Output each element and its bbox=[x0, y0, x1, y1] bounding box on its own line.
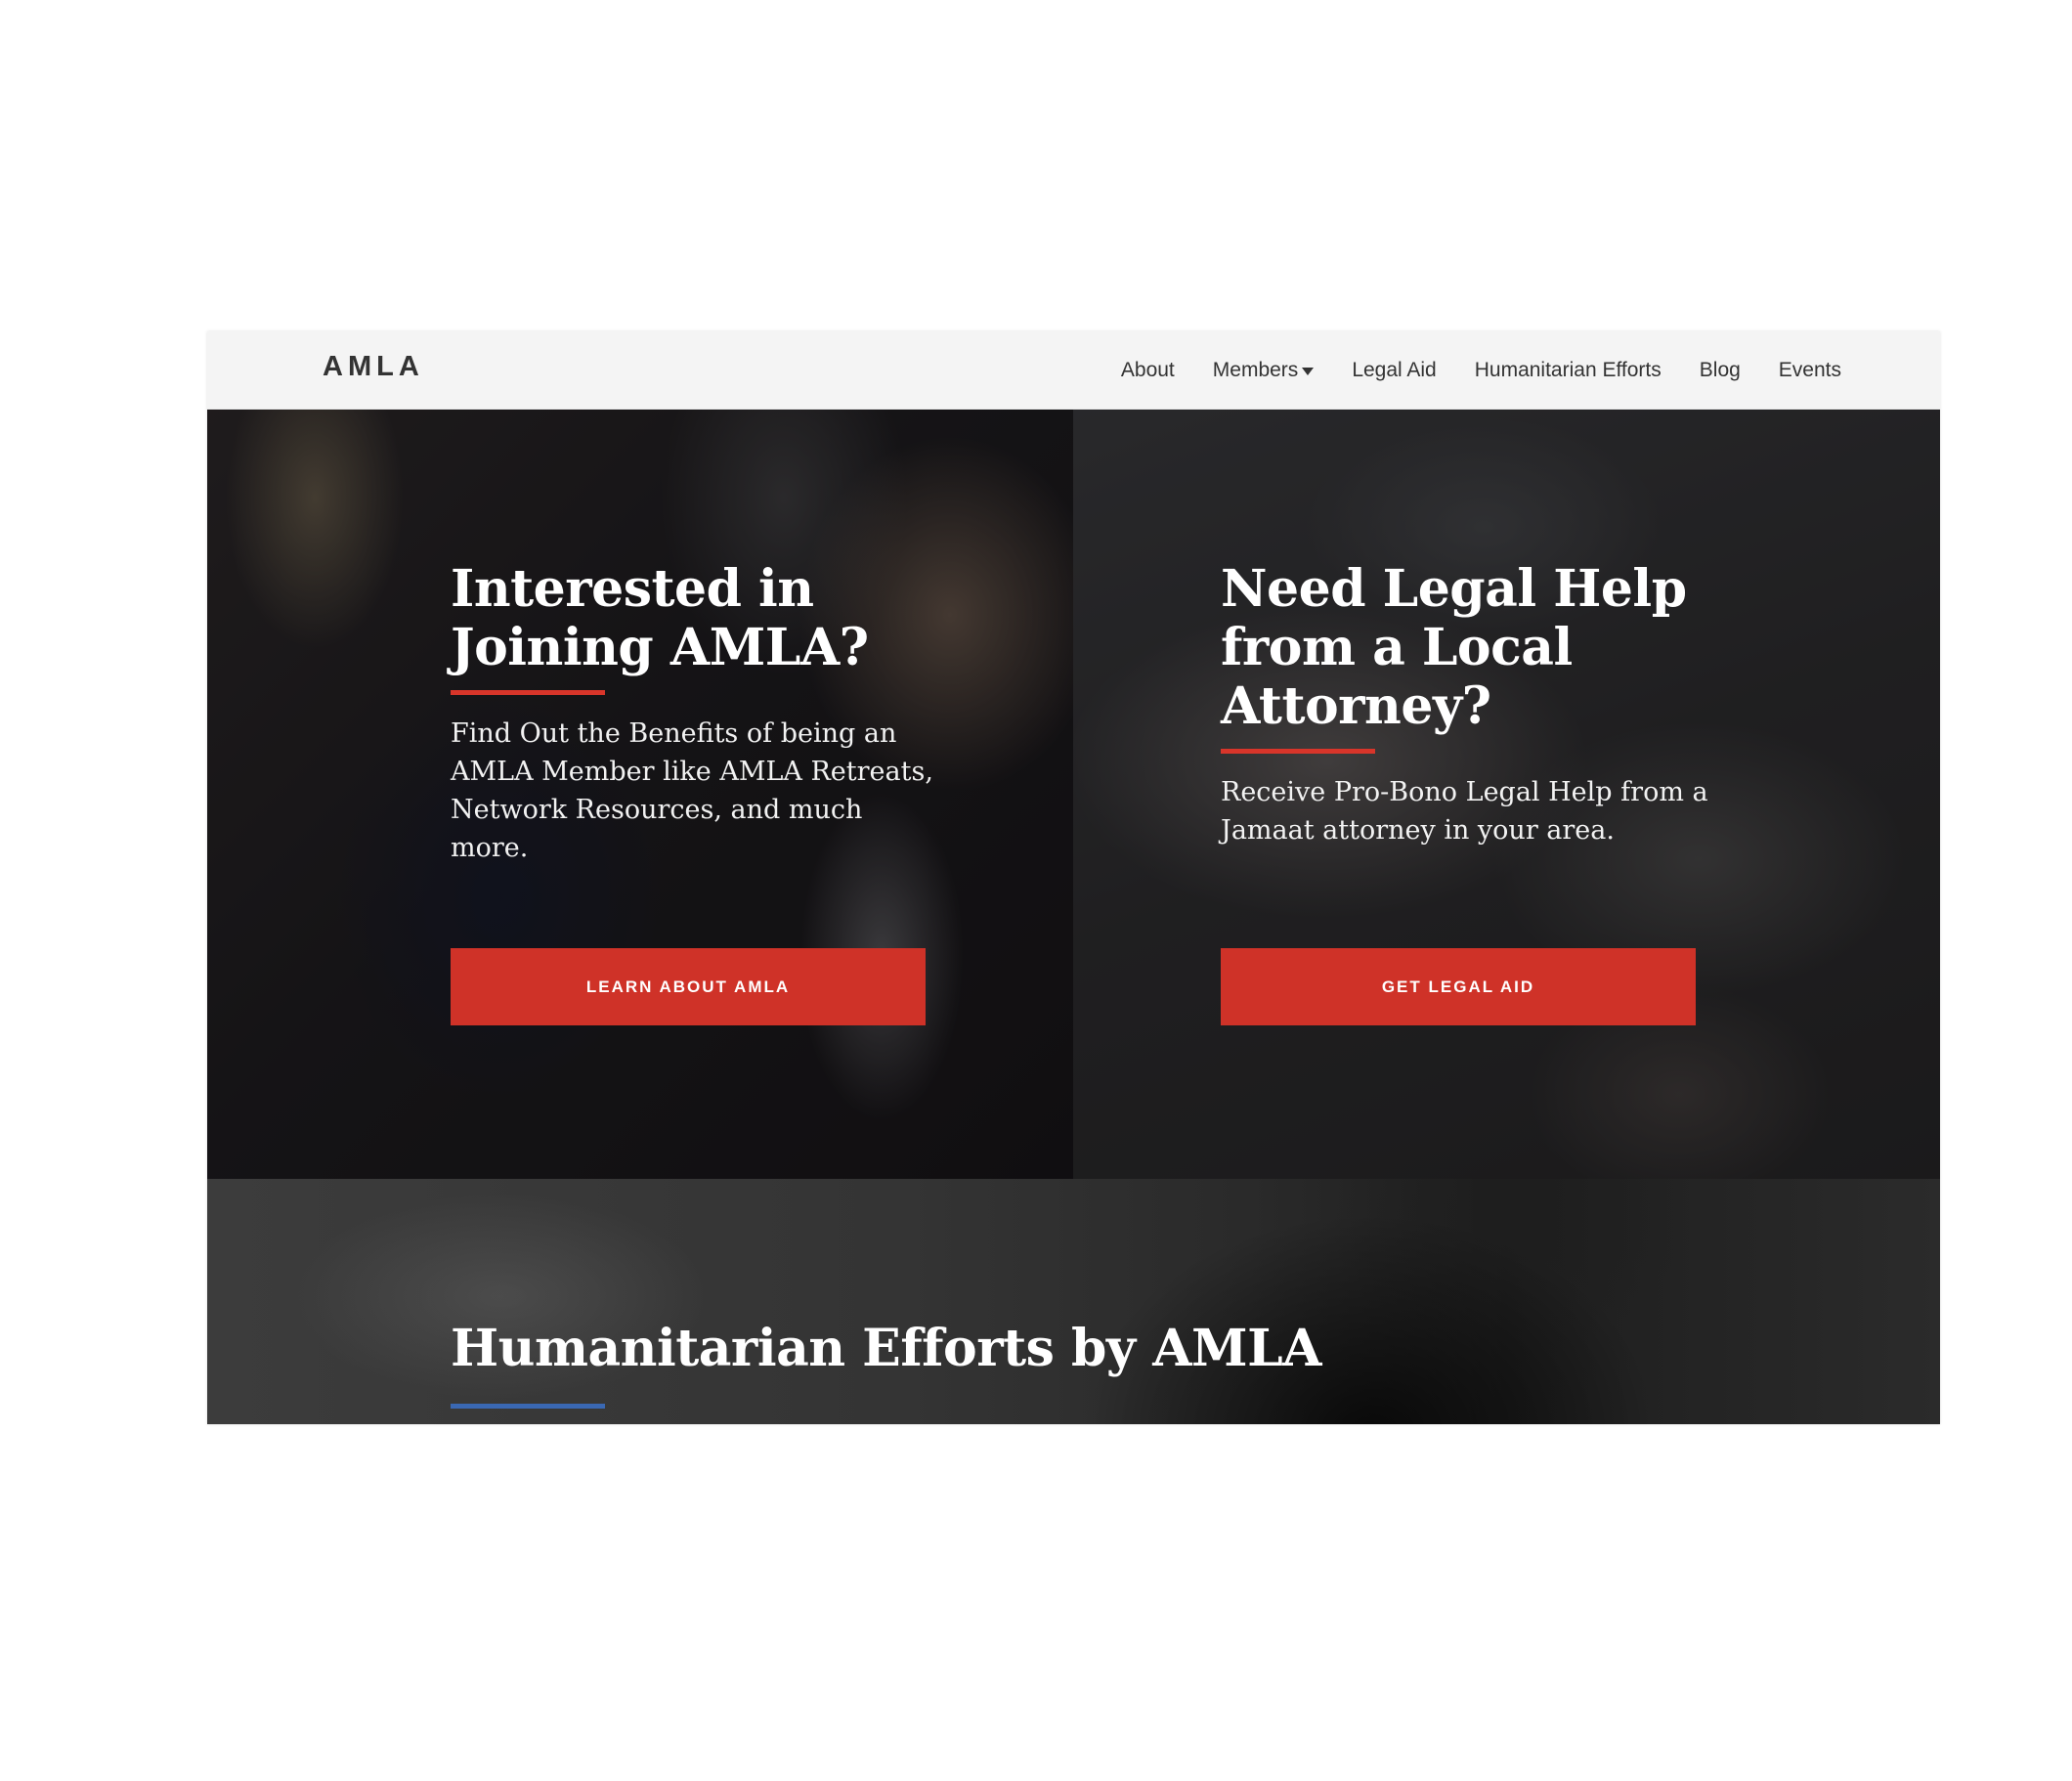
heading-underline bbox=[451, 690, 605, 695]
legal-help-description: Receive Pro-Bono Legal Help from a Jamaa… bbox=[1221, 777, 1708, 846]
learn-about-amla-button[interactable]: LEARN ABOUT AMLA bbox=[451, 948, 926, 1025]
nav-item-about[interactable]: About bbox=[1121, 359, 1175, 382]
nav-item-label: About bbox=[1120, 359, 1175, 381]
heading-line: Attorney? bbox=[1221, 676, 1491, 736]
heading-line: from a Local bbox=[1221, 618, 1573, 677]
main-nav: About Members Legal Aid Humanitarian Eff… bbox=[1121, 331, 1841, 410]
nav-item-blog[interactable]: Blog bbox=[1700, 359, 1741, 382]
caret-down-icon bbox=[1302, 368, 1315, 375]
nav-item-humanitarian-efforts[interactable]: Humanitarian Efforts bbox=[1475, 359, 1662, 382]
heading-underline bbox=[1221, 749, 1375, 754]
join-amla-panel: Interested in Joining AMLA? Find Out the… bbox=[207, 410, 1073, 1179]
heading-line: Joining AMLA? bbox=[451, 618, 869, 677]
nav-item-label: Blog bbox=[1699, 359, 1741, 381]
humanitarian-section: Humanitarian Efforts by AMLA bbox=[207, 1179, 1940, 1424]
join-amla-heading: Interested in Joining AMLA? bbox=[451, 560, 959, 677]
join-amla-description: Find Out the Benefits of being an AMLA M… bbox=[451, 718, 933, 863]
legal-help-heading: Need Legal Help from a Local Attorney? bbox=[1221, 560, 1729, 736]
nav-item-events[interactable]: Events bbox=[1779, 359, 1841, 382]
nav-item-members[interactable]: Members bbox=[1213, 359, 1315, 382]
website-frame: AMLA About Members Legal Aid Humanitaria… bbox=[207, 331, 1940, 1424]
heading-line: Need Legal Help bbox=[1221, 559, 1687, 619]
nav-item-label: Events bbox=[1778, 359, 1841, 381]
nav-item-label: Legal Aid bbox=[1352, 359, 1437, 381]
navbar: AMLA About Members Legal Aid Humanitaria… bbox=[207, 331, 1940, 410]
get-legal-aid-button[interactable]: GET LEGAL AID bbox=[1221, 948, 1696, 1025]
nav-item-label: Humanitarian Efforts bbox=[1474, 359, 1662, 381]
nav-item-label: Members bbox=[1212, 359, 1299, 381]
heading-underline bbox=[451, 1404, 605, 1409]
heading-line: Interested in bbox=[451, 559, 814, 619]
logo[interactable]: AMLA bbox=[323, 351, 424, 383]
humanitarian-heading: Humanitarian Efforts by AMLA bbox=[451, 1319, 1322, 1378]
legal-help-panel: Need Legal Help from a Local Attorney? R… bbox=[1073, 410, 1940, 1179]
nav-item-legal-aid[interactable]: Legal Aid bbox=[1352, 359, 1436, 382]
